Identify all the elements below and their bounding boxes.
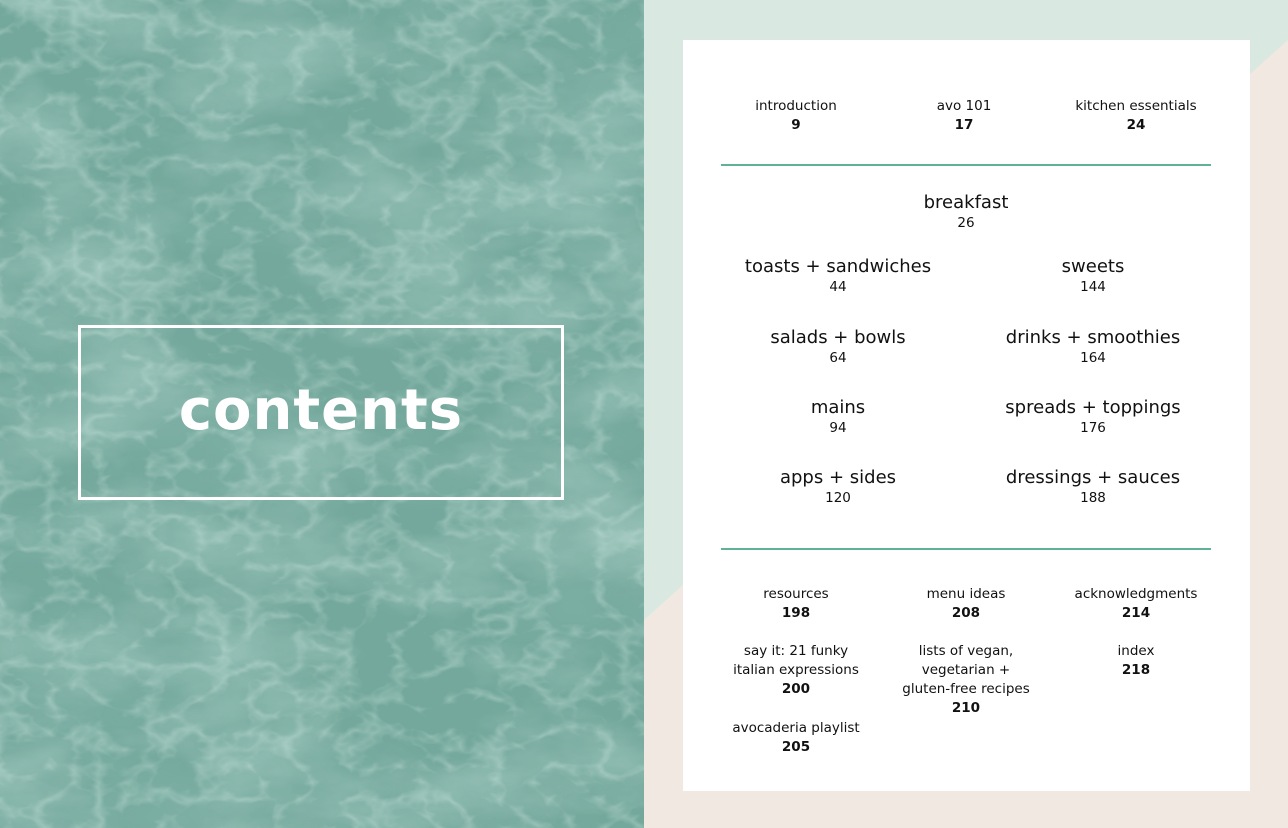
page-title: contents (178, 378, 464, 443)
divider-rule-top (721, 164, 1211, 166)
toc-entry-recipe-lists[interactable]: lists of vegan, vegetarian + gluten-free… (902, 642, 1029, 718)
toc-chapter-breakfast[interactable]: breakfast 26 (924, 192, 1009, 233)
toc-entry-page: 208 (951, 605, 981, 621)
toc-entry-resources[interactable]: resources 198 (763, 585, 828, 623)
toc-chapter-label: dressings + sauces (1005, 467, 1181, 488)
toc-chapter-apps-sides[interactable]: apps + sides 120 (780, 467, 896, 508)
toc-chapter-page: 164 (1080, 350, 1106, 366)
toc-chapter-label: breakfast (923, 192, 1009, 213)
toc-entry-page: 200 (781, 681, 811, 697)
toc-chapter-label: toasts + sandwiches (744, 256, 932, 277)
toc-chapter-page: 94 (829, 420, 847, 436)
toc-entry-label: index (1117, 643, 1155, 659)
toc-entry-page: 214 (1121, 605, 1151, 621)
toc-chapter-sweets[interactable]: sweets 144 (1062, 256, 1125, 297)
toc-entry-page: 218 (1121, 662, 1151, 678)
toc-chapter-mains[interactable]: mains 94 (811, 397, 865, 438)
toc-chapter-label: mains (810, 397, 866, 418)
toc-entry-page: 198 (781, 605, 811, 621)
toc-entry-label-line: gluten-free recipes (902, 681, 1030, 697)
toc-entry-kitchen-essentials[interactable]: kitchen essentials 24 (1075, 97, 1196, 135)
toc-chapter-page: 176 (1080, 420, 1106, 436)
toc-chapter-label: salads + bowls (770, 327, 906, 348)
title-page: contents (0, 0, 644, 828)
toc-entry-page: 17 (954, 117, 974, 133)
toc-entry-avocaderia-playlist[interactable]: avocaderia playlist 205 (732, 719, 859, 757)
divider-rule-bottom (721, 548, 1211, 550)
toc-entry-label-line: lists of vegan, (918, 643, 1014, 659)
toc-chapter-label: spreads + toppings (1005, 397, 1181, 418)
toc-chapter-salads-bowls[interactable]: salads + bowls 64 (770, 327, 905, 368)
toc-entry-label-line: say it: 21 funky (743, 643, 849, 659)
toc-chapter-toasts-sandwiches[interactable]: toasts + sandwiches 44 (745, 256, 931, 297)
toc-entry-introduction[interactable]: introduction 9 (755, 97, 837, 135)
toc-chapter-page: 144 (1080, 279, 1106, 295)
toc-chapter-label: drinks + smoothies (1005, 327, 1181, 348)
toc-entry-label: kitchen essentials (1075, 98, 1197, 114)
toc-entry-acknowledgments[interactable]: acknowledgments 214 (1075, 585, 1198, 623)
toc-entry-page: 9 (791, 117, 801, 133)
toc-entry-page: 24 (1126, 117, 1146, 133)
toc-chapter-spreads-toppings[interactable]: spreads + toppings 176 (1005, 397, 1180, 438)
toc-chapter-label: sweets (1061, 256, 1125, 277)
toc-entry-avo-101[interactable]: avo 101 17 (937, 97, 992, 135)
toc-entry-label-line: italian expressions (733, 662, 859, 678)
toc-chapter-dressings-sauces[interactable]: dressings + sauces 188 (1006, 467, 1180, 508)
toc-chapter-page: 44 (829, 279, 847, 295)
table-of-contents-card: introduction 9 avo 101 17 kitchen essent… (683, 40, 1250, 791)
toc-page: introduction 9 avo 101 17 kitchen essent… (644, 0, 1288, 828)
toc-entry-label-line: vegetarian + (921, 662, 1011, 678)
toc-entry-index[interactable]: index 218 (1118, 642, 1155, 680)
toc-chapter-page: 120 (825, 490, 851, 506)
toc-entry-label: resources (763, 586, 829, 602)
toc-chapter-page: 188 (1080, 490, 1106, 506)
toc-entry-page: 210 (951, 700, 981, 716)
toc-entry-menu-ideas[interactable]: menu ideas 208 (927, 585, 1006, 623)
toc-chapter-page: 64 (829, 350, 847, 366)
toc-chapter-page: 26 (957, 215, 975, 231)
toc-entry-label: menu ideas (926, 586, 1006, 602)
toc-chapter-drinks-smoothies[interactable]: drinks + smoothies 164 (1006, 327, 1180, 368)
toc-entry-label: acknowledgments (1074, 586, 1198, 602)
toc-entry-label: avocaderia playlist (732, 720, 860, 736)
toc-entry-label: avo 101 (936, 98, 992, 114)
contents-title-frame: contents (78, 325, 564, 500)
toc-chapter-label: apps + sides (779, 467, 897, 488)
toc-entry-say-it[interactable]: say it: 21 funky italian expressions 200 (733, 642, 859, 699)
toc-entry-label: introduction (755, 98, 837, 114)
toc-entry-page: 205 (781, 739, 811, 755)
